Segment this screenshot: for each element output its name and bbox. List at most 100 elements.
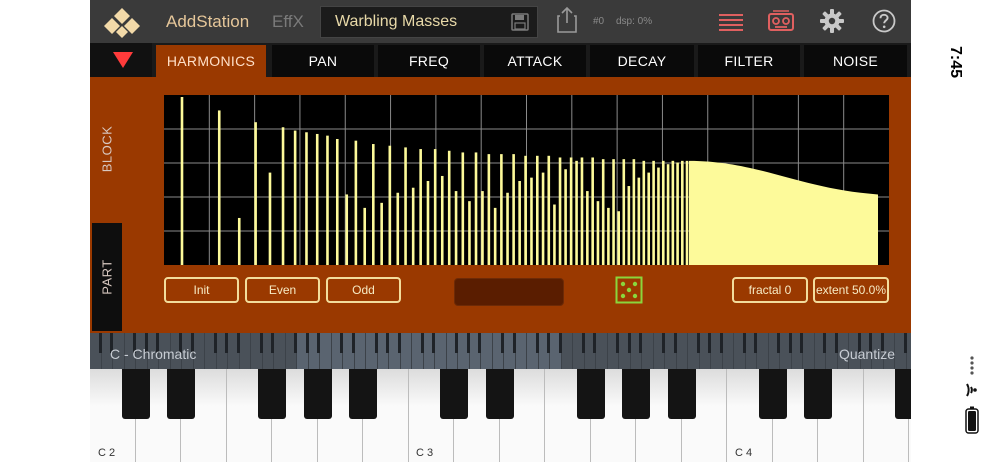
harmonic-bar[interactable] xyxy=(642,160,646,265)
harmonic-bar[interactable] xyxy=(647,172,651,265)
harmonic-bar[interactable] xyxy=(335,139,339,265)
harmonic-bar[interactable] xyxy=(440,175,444,265)
harmonic-bar[interactable] xyxy=(419,149,422,265)
harmonic-bar[interactable] xyxy=(388,145,392,265)
extent-button[interactable]: extent 50.0% xyxy=(813,277,889,303)
harmonic-bar[interactable] xyxy=(671,160,675,265)
harmonic-bar[interactable] xyxy=(237,217,241,265)
harmonic-bar[interactable] xyxy=(569,157,573,265)
black-key[interactable] xyxy=(804,369,832,419)
addstation-logo-icon[interactable] xyxy=(104,6,140,38)
harmonic-bar[interactable] xyxy=(474,152,478,265)
gear-icon[interactable] xyxy=(820,9,844,33)
harmonic-bar[interactable] xyxy=(326,135,329,265)
harmonic-bar[interactable] xyxy=(404,147,407,265)
harmonic-bar[interactable] xyxy=(541,172,545,265)
harmonic-bar[interactable] xyxy=(575,160,578,265)
harmonic-bar[interactable] xyxy=(612,159,615,265)
harmonic-bar[interactable] xyxy=(217,110,221,265)
harmonic-bar[interactable] xyxy=(481,191,484,265)
harmonic-bar[interactable] xyxy=(293,130,297,265)
effx-tab[interactable]: EffX xyxy=(272,12,304,32)
save-icon[interactable] xyxy=(511,13,529,31)
tab-pan[interactable]: PAN xyxy=(272,45,374,77)
harmonic-bar[interactable] xyxy=(447,150,451,265)
mini-keyboard[interactable] xyxy=(90,333,911,369)
scale-selector[interactable]: C - Chromatic xyxy=(110,346,196,362)
help-icon[interactable] xyxy=(872,9,896,33)
dice-icon[interactable] xyxy=(615,276,643,304)
harmonic-bar[interactable] xyxy=(607,207,610,265)
morph-slider[interactable] xyxy=(454,278,564,306)
harmonic-bar[interactable] xyxy=(345,194,349,265)
harmonic-bar[interactable] xyxy=(461,152,465,265)
harmonic-bar[interactable] xyxy=(493,207,497,265)
harmonic-bar[interactable] xyxy=(632,159,636,265)
harmonic-bar[interactable] xyxy=(372,144,375,265)
harmonic-bar[interactable] xyxy=(506,192,509,265)
harmonic-bar[interactable] xyxy=(380,202,383,265)
recorder-icon[interactable] xyxy=(768,10,794,32)
harmonic-bar[interactable] xyxy=(637,177,641,265)
harmonic-bar[interactable] xyxy=(468,201,471,265)
odd-button[interactable]: Odd xyxy=(326,277,401,303)
even-button[interactable]: Even xyxy=(245,277,320,303)
harmonic-bar[interactable] xyxy=(524,155,527,265)
harmonic-bar[interactable] xyxy=(268,172,272,265)
harmonic-bar[interactable] xyxy=(281,127,285,265)
harmonic-bar[interactable] xyxy=(681,160,684,265)
tab-harmonics[interactable]: HARMONICS xyxy=(156,45,266,77)
sequencer-list-icon[interactable] xyxy=(718,12,744,32)
harmonic-bar[interactable] xyxy=(487,154,491,265)
harmonic-bar[interactable] xyxy=(591,157,594,265)
harmonic-bar[interactable] xyxy=(564,169,567,265)
part-side-tab[interactable]: PART xyxy=(92,223,122,331)
fractal-button[interactable]: fractal 0 xyxy=(732,277,808,303)
keyboard-navigator[interactable]: C - Chromatic Quantize xyxy=(90,333,911,369)
harmonic-bar[interactable] xyxy=(363,207,367,265)
harmonic-bar[interactable] xyxy=(547,155,551,265)
harmonic-bar[interactable] xyxy=(553,204,556,265)
harmonic-bar[interactable] xyxy=(558,157,562,265)
harmonic-bar[interactable] xyxy=(596,201,600,265)
collapse-button[interactable] xyxy=(90,43,152,77)
harmonic-bar[interactable] xyxy=(676,162,679,265)
app-name-tab[interactable]: AddStation xyxy=(166,12,249,32)
black-key[interactable] xyxy=(485,369,514,419)
harmonic-bar[interactable] xyxy=(518,181,521,265)
tab-attack[interactable]: ATTACK xyxy=(484,45,586,77)
harmonic-bar[interactable] xyxy=(535,155,539,265)
share-icon[interactable] xyxy=(556,6,578,34)
harmonic-bar[interactable] xyxy=(315,133,319,265)
black-key[interactable] xyxy=(622,369,650,419)
black-key[interactable] xyxy=(895,369,911,419)
harmonic-bar[interactable] xyxy=(685,160,689,265)
black-key[interactable] xyxy=(576,369,605,419)
black-key[interactable] xyxy=(303,369,332,419)
harmonic-bar[interactable] xyxy=(354,140,358,265)
harmonic-bar[interactable] xyxy=(666,164,670,265)
harmonic-bar[interactable] xyxy=(661,160,665,265)
harmonic-bar[interactable] xyxy=(657,167,660,265)
harmonic-bar[interactable] xyxy=(433,149,437,265)
init-button[interactable]: Init xyxy=(164,277,239,303)
harmonic-bar[interactable] xyxy=(512,154,515,265)
tab-decay[interactable]: DECAY xyxy=(590,45,694,77)
piano-keyboard[interactable]: C 2 C 3 C 4 xyxy=(90,369,911,462)
black-key[interactable] xyxy=(758,369,787,419)
harmonic-bar[interactable] xyxy=(580,157,584,265)
quantize-button[interactable]: Quantize xyxy=(839,346,895,362)
preset-selector[interactable]: Warbling Masses xyxy=(320,6,538,38)
tab-noise[interactable]: NOISE xyxy=(804,45,907,77)
black-key[interactable] xyxy=(667,369,696,419)
harmonic-bar[interactable] xyxy=(180,97,184,265)
block-side-tab[interactable]: BLOCK xyxy=(92,77,122,221)
harmonic-bar[interactable] xyxy=(454,191,458,265)
harmonic-bar[interactable] xyxy=(601,159,605,265)
harmonic-bar[interactable] xyxy=(617,211,620,265)
harmonics-editor[interactable] xyxy=(164,95,889,265)
harmonic-bar[interactable] xyxy=(500,154,503,265)
harmonic-bar[interactable] xyxy=(426,181,430,265)
harmonic-bar[interactable] xyxy=(530,177,533,265)
harmonic-bar[interactable] xyxy=(305,132,308,265)
